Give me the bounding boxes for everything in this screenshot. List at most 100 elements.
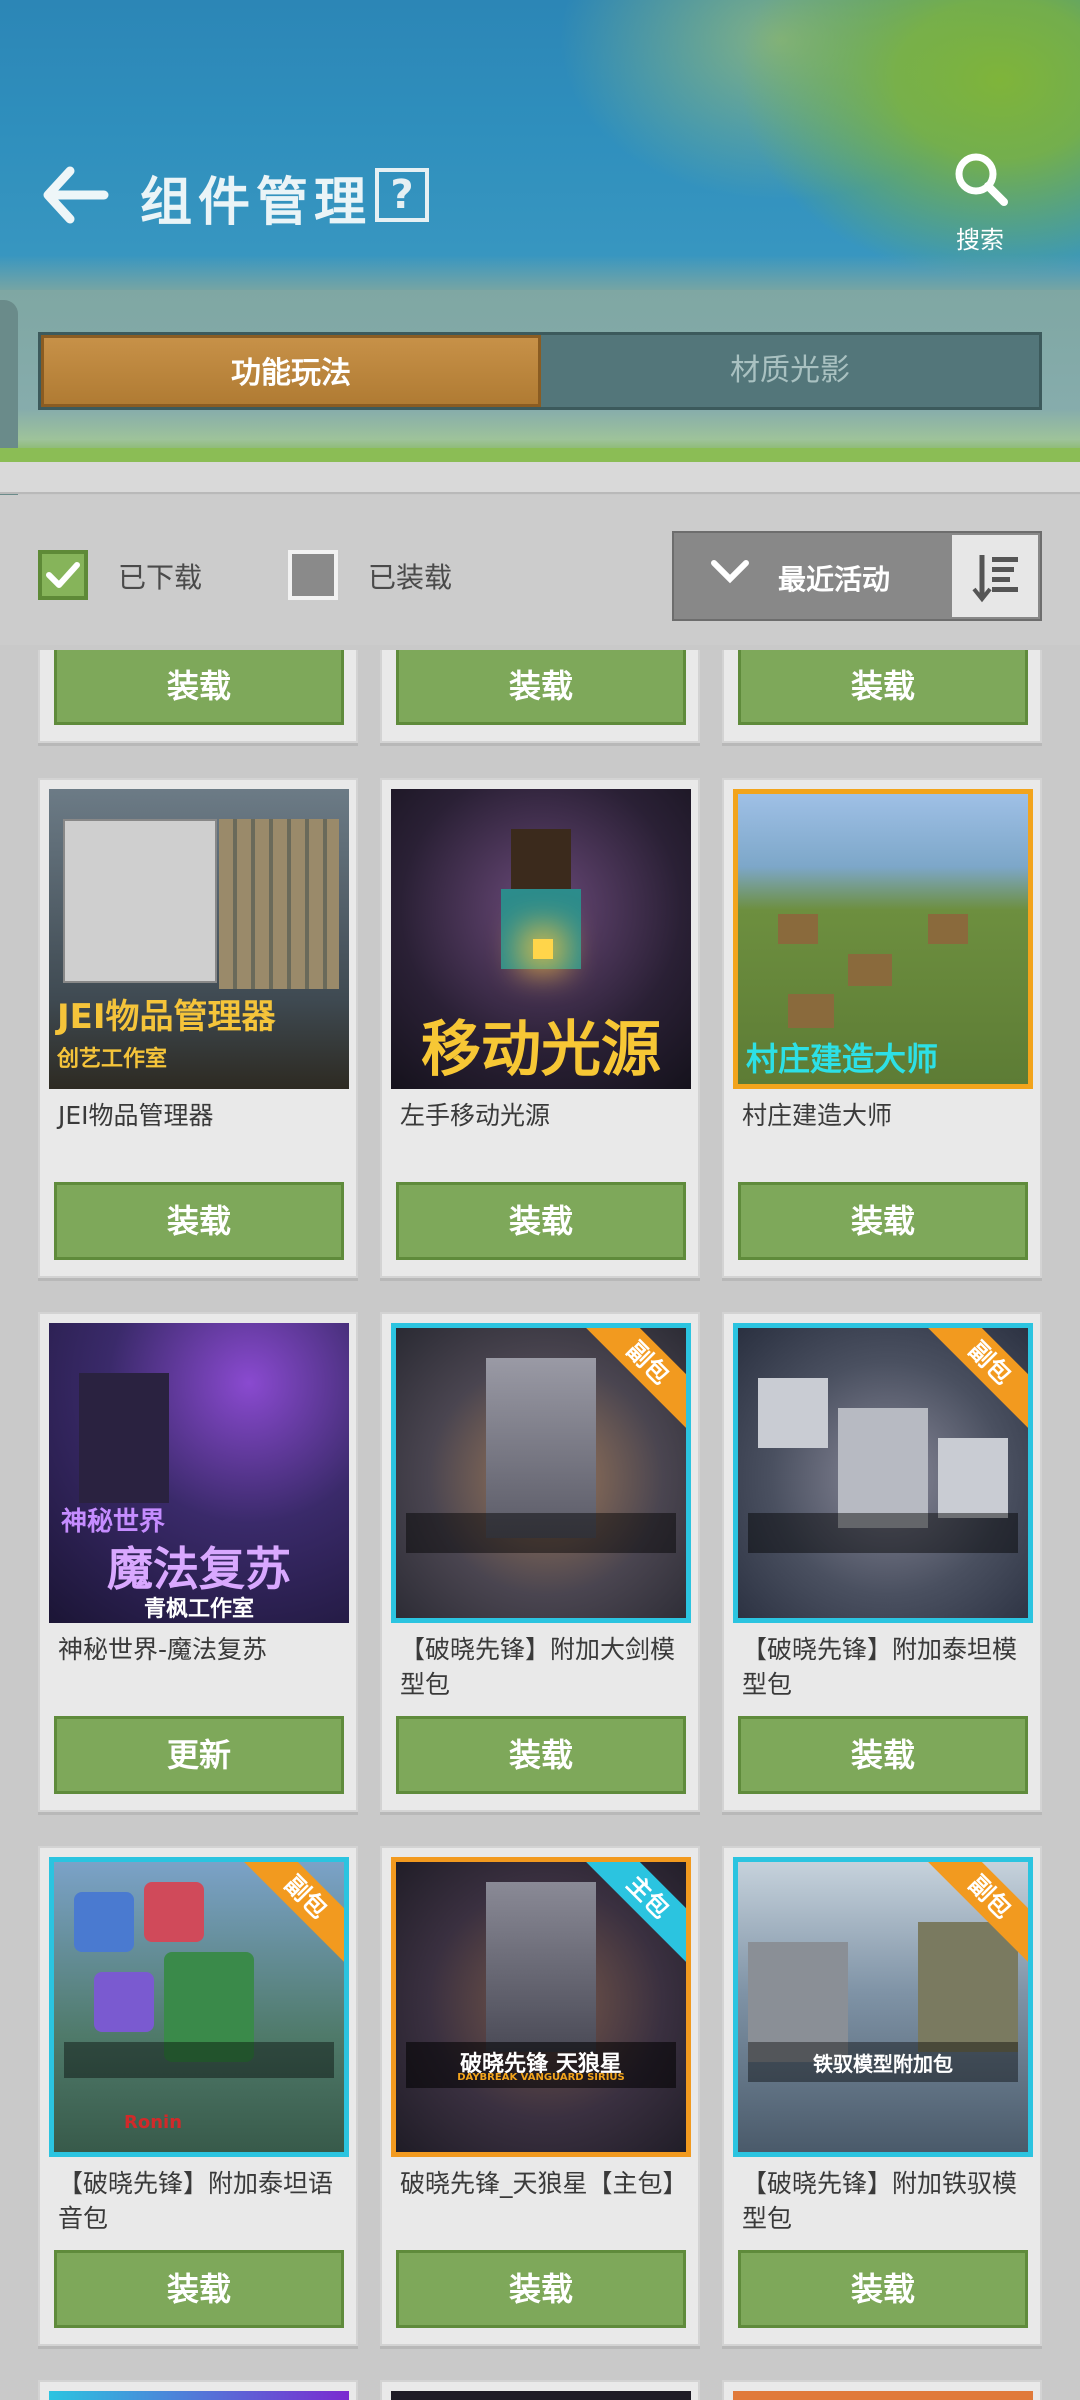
addon-card[interactable]: 副包 【破晓先锋】附加大剑模型包 装载 bbox=[380, 1312, 700, 1812]
header-fade bbox=[0, 255, 1080, 295]
addon-thumbnail: Ronin 副包 bbox=[49, 1857, 349, 2157]
install-button[interactable]: 装载 bbox=[738, 1716, 1028, 1794]
addon-card[interactable] bbox=[722, 2380, 1042, 2400]
banner bbox=[406, 1513, 676, 1553]
addon-thumbnail: 村庄建造大师 bbox=[733, 789, 1033, 1089]
divider-band bbox=[0, 462, 1080, 494]
mech-figure bbox=[486, 1358, 596, 1538]
mech-part bbox=[938, 1438, 1008, 1518]
thumb-title: 村庄建造大师 bbox=[746, 1040, 939, 1078]
addon-name: 破晓先锋_天狼星【主包】 bbox=[400, 2169, 688, 2198]
addon-thumbnail bbox=[733, 2391, 1033, 2400]
help-button[interactable]: ? bbox=[375, 168, 429, 222]
divider bbox=[0, 448, 1080, 462]
thumb-subtitle: 创艺工作室 bbox=[57, 1047, 168, 1072]
addon-thumbnail: 铁驭模型附加包 副包 bbox=[733, 1857, 1033, 2157]
install-button[interactable]: 装载 bbox=[738, 650, 1028, 725]
install-button[interactable]: 装载 bbox=[396, 1716, 686, 1794]
addon-name: 【破晓先锋】附加泰坦语音包 bbox=[58, 2169, 334, 2233]
sort-label: 最近活动 bbox=[778, 563, 891, 596]
thumb-title: 移动光源 bbox=[421, 1015, 661, 1085]
addon-card[interactable]: 副包 【破晓先锋】附加泰坦模型包 装载 bbox=[722, 1312, 1042, 1812]
sort-order-icon bbox=[972, 555, 1018, 603]
install-button[interactable]: 装载 bbox=[738, 2250, 1028, 2328]
thumb-footer: 青枫工作室 bbox=[143, 1597, 254, 1622]
search-icon bbox=[955, 153, 1008, 206]
install-button[interactable]: 装载 bbox=[54, 1182, 344, 1260]
wizard-figure bbox=[79, 1373, 169, 1503]
chevron-down-icon bbox=[711, 560, 749, 584]
back-button[interactable] bbox=[40, 165, 110, 225]
addon-name: 神秘世界-魔法复苏 bbox=[58, 1635, 268, 1664]
addon-thumbnail: 副包 bbox=[733, 1323, 1033, 1623]
addon-thumbnail: JEI物品管理器 创艺工作室 bbox=[49, 789, 349, 1089]
addon-card[interactable]: 破晓先锋 天狼星 DAYBREAK VANGUARD SIRIUS 主包 破晓先… bbox=[380, 1846, 700, 2346]
banner bbox=[64, 2042, 334, 2078]
addon-grid: 装载 装载 装载 JEI物品管理器 创艺工作室 JEI物品管理器 装载 移动光源… bbox=[0, 650, 1080, 2400]
item-grid bbox=[219, 819, 339, 989]
install-button[interactable]: 装载 bbox=[396, 2250, 686, 2328]
app-tile bbox=[94, 1972, 154, 2032]
addon-card[interactable]: 移动光源 左手移动光源 装载 bbox=[380, 778, 700, 1278]
addon-card[interactable]: 村庄建造大师 村庄建造大师 装载 bbox=[722, 778, 1042, 1278]
addon-card[interactable] bbox=[380, 2380, 700, 2400]
inventory-panel bbox=[63, 819, 217, 983]
steve-head bbox=[511, 829, 571, 889]
secondary-pack-badge: 副包 bbox=[919, 1328, 1028, 1434]
thumb-subtitle: DAYBREAK VANGUARD SIRIUS bbox=[457, 2072, 625, 2083]
downloaded-checkbox[interactable] bbox=[38, 550, 88, 600]
addon-name: 【破晓先锋】附加泰坦模型包 bbox=[742, 1635, 1018, 1699]
addon-thumbnail: 神秘世界 魔法复苏 青枫工作室 bbox=[49, 1323, 349, 1623]
mech-part bbox=[758, 1378, 828, 1448]
install-button[interactable]: 装载 bbox=[54, 2250, 344, 2328]
page-title: 组件管理 bbox=[140, 172, 373, 233]
addon-thumbnail bbox=[49, 2391, 349, 2400]
addon-thumbnail bbox=[391, 2391, 691, 2400]
addon-name: 左手移动光源 bbox=[400, 1101, 551, 1130]
addon-card[interactable]: 神秘世界 魔法复苏 青枫工作室 神秘世界-魔法复苏 更新 bbox=[38, 1312, 358, 1812]
house-icon bbox=[788, 994, 834, 1028]
back-arrow-icon bbox=[43, 166, 109, 224]
checkmark-icon bbox=[46, 562, 80, 588]
install-button[interactable]: 装载 bbox=[396, 650, 686, 725]
addon-card[interactable]: 铁驭模型附加包 副包 【破晓先锋】附加铁驭模型包 装载 bbox=[722, 1846, 1042, 2346]
torch bbox=[533, 939, 553, 959]
secondary-pack-badge: 副包 bbox=[235, 1862, 344, 1968]
addon-card[interactable]: 装载 bbox=[380, 650, 700, 743]
addon-name: 村庄建造大师 bbox=[742, 1101, 893, 1130]
house-icon bbox=[848, 954, 892, 986]
app-tile bbox=[74, 1892, 134, 1952]
search-button[interactable]: 搜索 bbox=[940, 150, 1020, 254]
sort-dropdown[interactable]: 最近活动 bbox=[672, 531, 1042, 621]
addon-card[interactable]: Ronin 副包 【破晓先锋】附加泰坦语音包 装载 bbox=[38, 1846, 358, 2346]
install-button[interactable]: 装载 bbox=[738, 1182, 1028, 1260]
downloaded-label: 已下载 bbox=[118, 561, 203, 594]
category-tabs: 功能玩法 材质光影 bbox=[38, 332, 1042, 410]
thumb-title: JEI物品管理器 bbox=[57, 997, 276, 1037]
header bbox=[0, 0, 1080, 290]
addon-thumbnail: 移动光源 bbox=[391, 789, 691, 1089]
app-tile bbox=[144, 1882, 204, 1942]
installed-checkbox[interactable] bbox=[288, 550, 338, 600]
addon-card[interactable]: 装载 bbox=[38, 650, 358, 743]
installed-label: 已装载 bbox=[368, 561, 453, 594]
banner bbox=[748, 1513, 1018, 1553]
addon-card[interactable]: JEI物品管理器 创艺工作室 JEI物品管理器 装载 bbox=[38, 778, 358, 1278]
sort-order-button[interactable] bbox=[952, 535, 1038, 617]
update-button[interactable]: 更新 bbox=[54, 1716, 344, 1794]
mech-figure bbox=[838, 1408, 928, 1528]
addon-name: JEI物品管理器 bbox=[58, 1101, 214, 1130]
addon-name: 【破晓先锋】附加大剑模型包 bbox=[400, 1635, 676, 1699]
install-button[interactable]: 装载 bbox=[54, 650, 344, 725]
house-icon bbox=[928, 914, 968, 944]
addon-thumbnail: 副包 bbox=[391, 1323, 691, 1623]
addon-card[interactable] bbox=[38, 2380, 358, 2400]
thumb-title: 魔法复苏 bbox=[107, 1542, 291, 1596]
mech-figure bbox=[486, 1882, 596, 2052]
install-button[interactable]: 装载 bbox=[396, 1182, 686, 1260]
tab-features[interactable]: 功能玩法 bbox=[41, 335, 541, 407]
addon-thumbnail: 破晓先锋 天狼星 DAYBREAK VANGUARD SIRIUS 主包 bbox=[391, 1857, 691, 2157]
addon-card[interactable]: 装载 bbox=[722, 650, 1042, 743]
thumb-footer: Ronin bbox=[124, 2112, 183, 2133]
tab-textures[interactable]: 材质光影 bbox=[541, 335, 1039, 407]
